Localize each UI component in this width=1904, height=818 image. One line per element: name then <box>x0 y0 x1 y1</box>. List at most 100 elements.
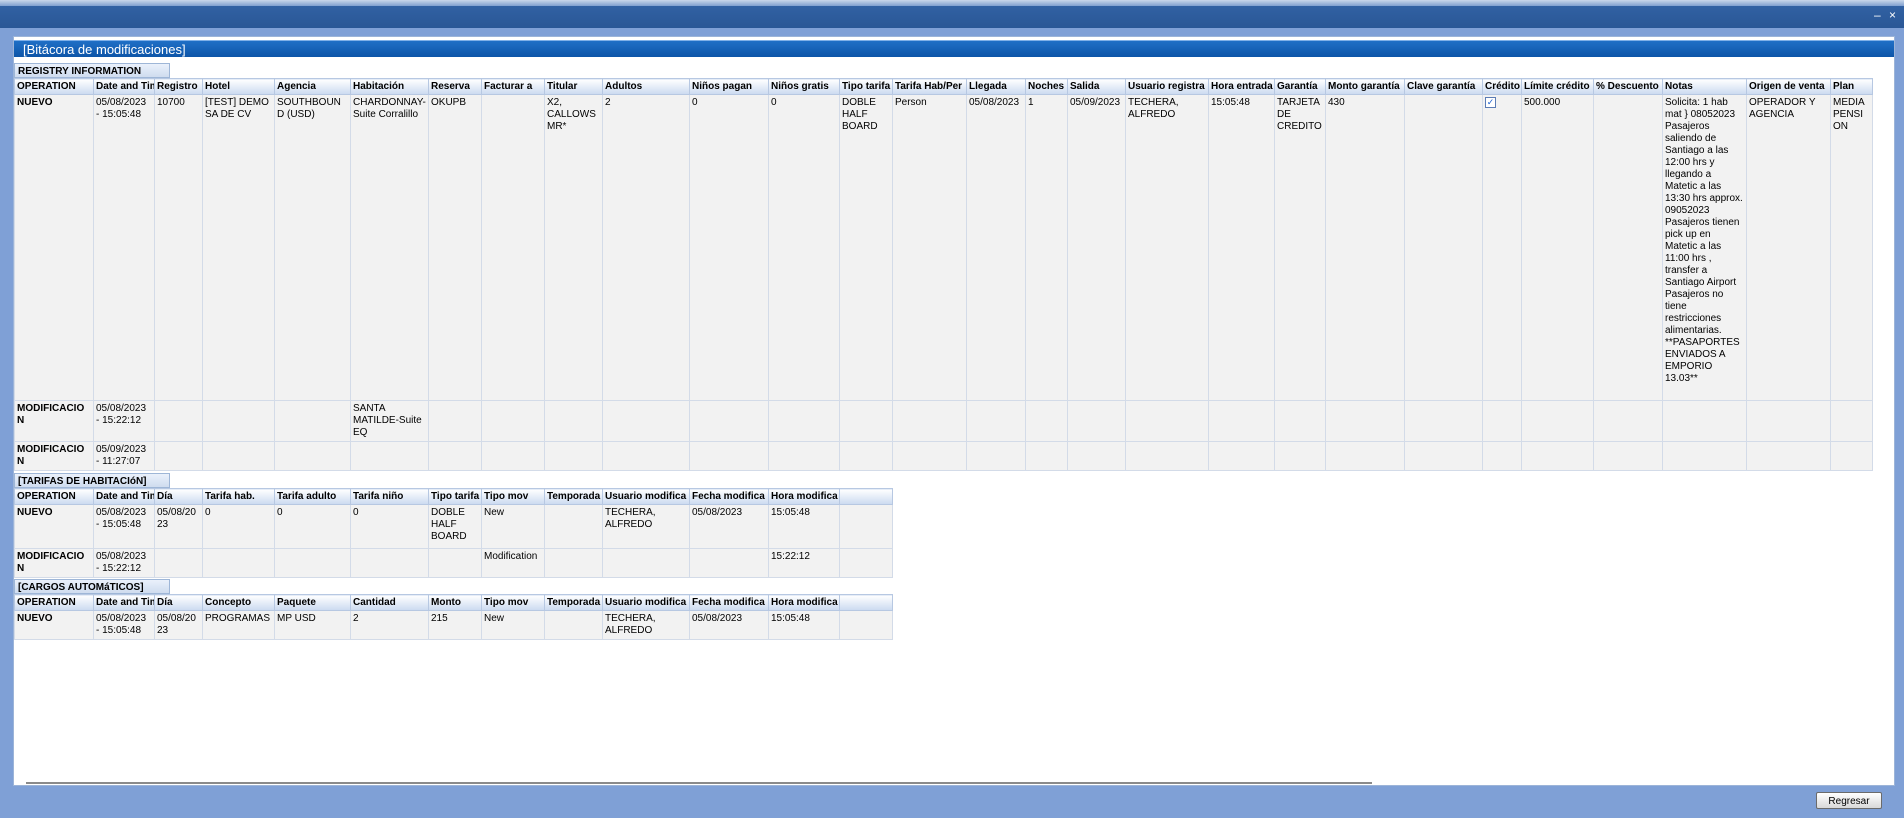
column-header[interactable]: Fecha modifica <box>689 594 769 611</box>
column-header[interactable]: Llegada <box>966 78 1026 95</box>
table-row[interactable]: MODIFICACION 05/08/2023 - 15:22:12 SANTA M… <box>14 400 1873 442</box>
column-header[interactable]: Tarifa niño <box>350 488 429 505</box>
column-header[interactable]: Registro <box>154 78 203 95</box>
column-header[interactable] <box>839 488 893 505</box>
table-cell <box>544 610 603 640</box>
column-header[interactable]: Hora entrada <box>1208 78 1275 95</box>
column-header[interactable]: Titular <box>544 78 603 95</box>
cargos-section-label: [CARGOS AUTOMáTICOS] <box>14 579 170 594</box>
table-cell <box>689 441 769 471</box>
table-row[interactable]: NUEVO 05/08/2023 - 15:05:48 05/08/2023 0 0 0 D… <box>14 504 893 549</box>
table-cell <box>1067 400 1126 442</box>
column-header[interactable]: Día <box>154 594 203 611</box>
column-header[interactable]: OPERATION <box>14 488 94 505</box>
column-header[interactable]: Día <box>154 488 203 505</box>
table-cell <box>1404 94 1483 401</box>
table-row[interactable]: MODIFICACION 05/09/2023 - 11:27:07 <box>14 441 1873 471</box>
column-header[interactable]: OPERATION <box>14 78 94 95</box>
column-header[interactable]: Temporada <box>544 594 603 611</box>
table-cell: 05/09/2023 <box>1067 94 1126 401</box>
column-header[interactable]: Monto <box>428 594 482 611</box>
column-header[interactable] <box>839 594 893 611</box>
column-header[interactable]: Temporada <box>544 488 603 505</box>
column-header[interactable]: Tipo tarifa <box>428 488 482 505</box>
table-cell <box>602 441 690 471</box>
table-cell <box>966 441 1026 471</box>
column-header[interactable]: Monto garantía <box>1325 78 1405 95</box>
table-cell: 05/08/2023 - 15:05:48 <box>93 504 155 549</box>
column-header[interactable]: Cantidad <box>350 594 429 611</box>
column-header[interactable]: Date and Time <box>93 78 155 95</box>
minimize-icon[interactable]: – <box>1874 8 1881 22</box>
horizontal-scrollbar[interactable] <box>26 782 1372 784</box>
table-cell: 2 <box>602 94 690 401</box>
registry-table: OPERATIONDate and TimeRegistroHotelAgenc… <box>14 78 1873 471</box>
column-header[interactable]: Usuario modifica <box>602 488 690 505</box>
table-cell <box>602 400 690 442</box>
column-header[interactable]: Hora modifica <box>768 594 840 611</box>
column-header[interactable]: Date and Time <box>93 488 155 505</box>
table-cell: MODIFICACION <box>14 548 94 578</box>
table-cell: New <box>481 504 545 549</box>
table-cell: OPERADOR Y AGENCIA <box>1746 94 1831 401</box>
column-header[interactable]: Clave garantía <box>1404 78 1483 95</box>
column-header[interactable]: Niños pagan <box>689 78 769 95</box>
table-cell: SOUTHBOUND (USD) <box>274 94 351 401</box>
header-row: OPERATIONDate and TimeRegistroHotelAgenc… <box>14 78 1873 95</box>
column-header[interactable]: Fecha modifica <box>689 488 769 505</box>
column-header[interactable]: Tarifa adulto <box>274 488 351 505</box>
column-header[interactable]: Tipo mov <box>481 488 545 505</box>
table-cell <box>1325 441 1405 471</box>
column-header[interactable]: Tarifa Hab/Per <box>892 78 967 95</box>
column-header[interactable]: Usuario registra <box>1125 78 1209 95</box>
table-cell: 15:05:48 <box>1208 94 1275 401</box>
column-header[interactable]: Niños gratis <box>768 78 840 95</box>
cargos-table: OPERATIONDate and TimeDíaConceptoPaquete… <box>14 594 893 640</box>
column-header[interactable]: Tarifa hab. <box>202 488 275 505</box>
table-row[interactable]: MODIFICACION 05/08/2023 - 15:22:12 Modific… <box>14 548 893 578</box>
column-header[interactable]: OPERATION <box>14 594 94 611</box>
table-cell <box>428 441 482 471</box>
column-header[interactable]: Crédito <box>1482 78 1522 95</box>
table-cell: MP USD <box>274 610 351 640</box>
column-header[interactable]: Usuario modifica <box>602 594 690 611</box>
column-header[interactable]: Hotel <box>202 78 275 95</box>
column-header[interactable]: Concepto <box>202 594 275 611</box>
column-header[interactable]: Tipo tarifa <box>839 78 893 95</box>
table-cell <box>544 400 603 442</box>
credit-checkbox[interactable]: ✓ <box>1485 97 1496 108</box>
column-header[interactable]: % Descuento <box>1593 78 1663 95</box>
table-row[interactable]: NUEVO 05/08/2023 - 15:05:48 10700 [TEST] DE… <box>14 94 1873 401</box>
table-cell <box>481 441 545 471</box>
table-cell <box>1274 400 1326 442</box>
table-cell <box>350 548 429 578</box>
table-row[interactable]: NUEVO 05/08/2023 - 15:05:48 05/08/2023 PROG… <box>14 610 893 640</box>
regresar-button[interactable]: Regresar <box>1816 792 1882 809</box>
column-header[interactable]: Notas <box>1662 78 1747 95</box>
table-cell <box>154 400 203 442</box>
table-cell: 15:22:12 <box>768 548 840 578</box>
column-header[interactable]: Adultos <box>602 78 690 95</box>
column-header[interactable]: Hora modifica <box>768 488 840 505</box>
column-header[interactable]: Reserva <box>428 78 482 95</box>
column-header[interactable]: Facturar a <box>481 78 545 95</box>
column-header[interactable]: Tipo mov <box>481 594 545 611</box>
table-cell: ✓ <box>1482 94 1522 401</box>
table-cell <box>1746 400 1831 442</box>
table-cell <box>202 548 275 578</box>
column-header[interactable]: Origen de venta <box>1746 78 1831 95</box>
column-header[interactable]: Paquete <box>274 594 351 611</box>
table-cell: 05/08/2023 - 15:22:12 <box>93 400 155 442</box>
column-header[interactable]: Límite crédito <box>1521 78 1594 95</box>
column-header[interactable]: Habitación <box>350 78 429 95</box>
column-header[interactable]: Garantía <box>1274 78 1326 95</box>
column-header[interactable]: Noches <box>1025 78 1068 95</box>
column-header[interactable]: Salida <box>1067 78 1126 95</box>
column-header[interactable]: Agencia <box>274 78 351 95</box>
close-icon[interactable]: × <box>1889 8 1896 22</box>
table-cell <box>202 400 275 442</box>
column-header[interactable]: Plan <box>1830 78 1873 95</box>
header-row: OPERATIONDate and TimeDíaTarifa hab.Tari… <box>14 488 893 505</box>
column-header[interactable]: Date and Time <box>93 594 155 611</box>
table-cell: SANTA MATILDE-Suite EQ <box>350 400 429 442</box>
